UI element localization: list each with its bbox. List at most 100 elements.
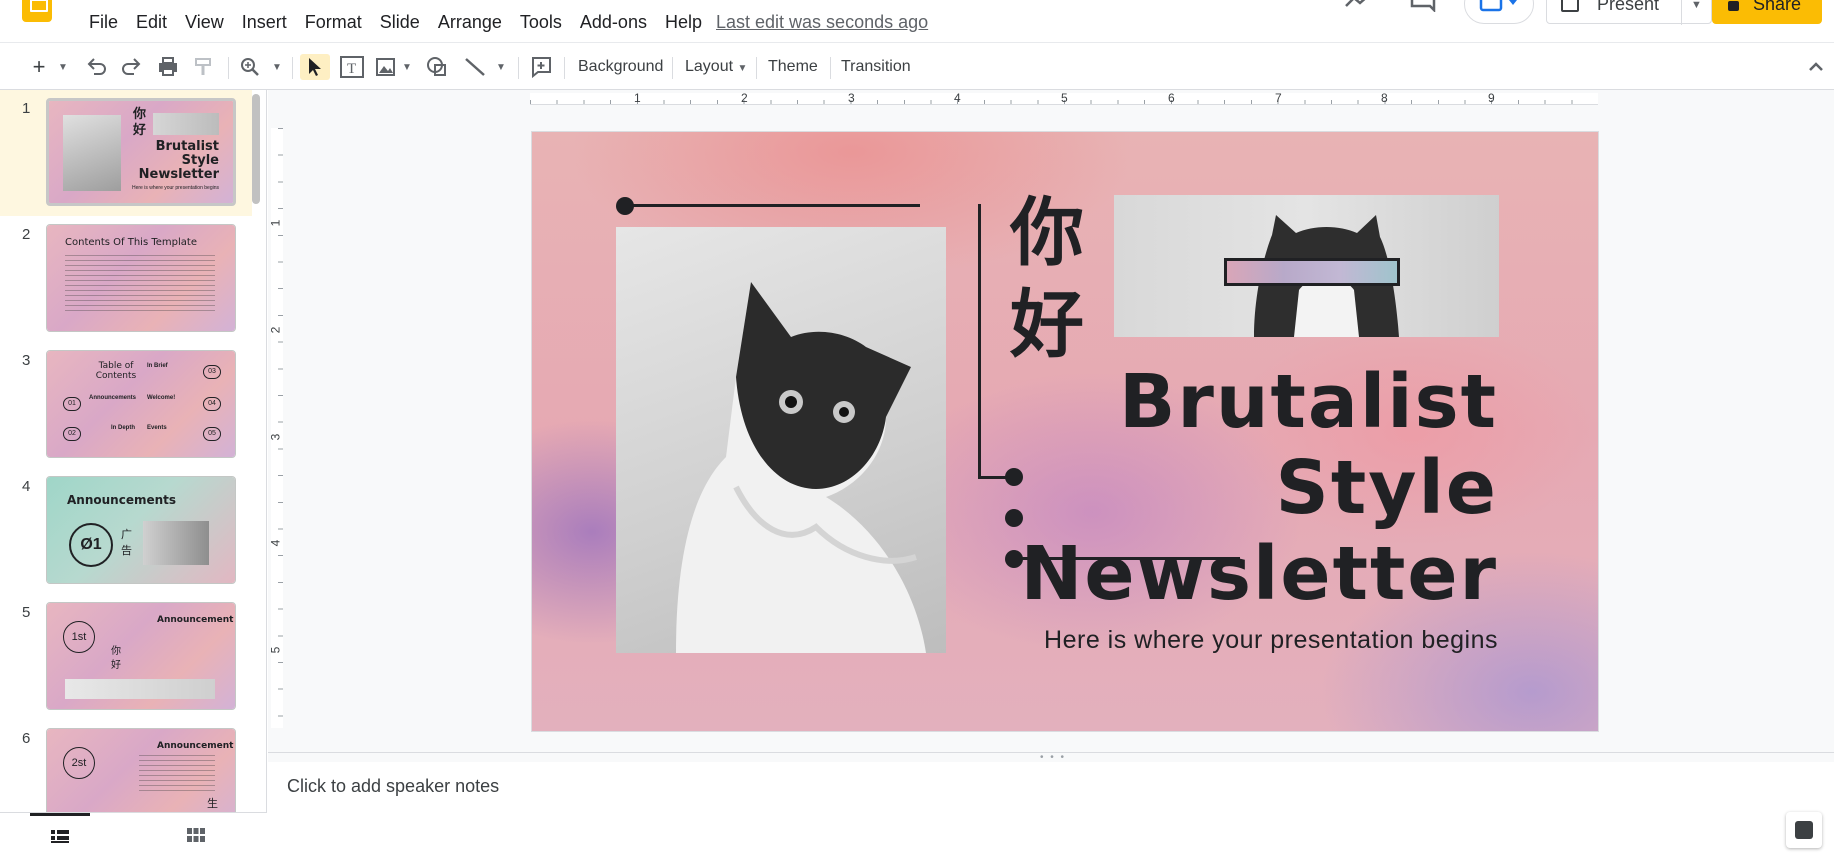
grid-view-button[interactable] xyxy=(166,813,226,857)
share-label: Share xyxy=(1753,0,1802,14)
text-box-icon[interactable]: T xyxy=(339,54,365,80)
menu-slide[interactable]: Slide xyxy=(371,10,429,34)
menu-bar: File Edit View Insert Format Slide Arran… xyxy=(0,0,1834,42)
thumbnail-chinese: 广告 xyxy=(121,529,132,557)
thumbnail-number-badge: 05 xyxy=(203,427,221,441)
slides-logo-icon[interactable] xyxy=(22,0,52,22)
slide-canvas[interactable]: 你好 Brutalist Style Newsletter Here is wh… xyxy=(531,131,1599,732)
new-meeting-button[interactable] xyxy=(1464,0,1534,24)
select-tool-button[interactable] xyxy=(300,54,330,80)
explore-icon[interactable] xyxy=(1786,812,1822,848)
title-line-3[interactable]: Newsletter xyxy=(1020,534,1498,614)
toolbar-divider xyxy=(292,57,293,79)
chinese-title[interactable]: 你好 xyxy=(1010,187,1090,371)
layout-button[interactable]: Layout ▼ xyxy=(685,56,747,80)
thumbnail-title-2: Style xyxy=(181,153,219,168)
theme-button[interactable]: Theme xyxy=(768,56,818,78)
slide-thumbnail[interactable]: 你好 Brutalist Style Newsletter Here is wh… xyxy=(46,98,236,206)
layout-label: Layout xyxy=(685,58,734,75)
thumbnail-number-badge: 1st xyxy=(63,621,95,653)
zoom-dropdown-chevron-icon[interactable]: ▼ xyxy=(270,54,284,80)
toolbar-divider xyxy=(756,57,757,79)
toolbar: + ▼ ▼ T ▼ ▼ Background Layout ▼ Theme Tr… xyxy=(0,42,1834,90)
paint-format-icon[interactable] xyxy=(192,54,216,80)
slide-thumbnail[interactable]: Contents Of This Template xyxy=(46,224,236,332)
cat-photo[interactable] xyxy=(616,227,946,653)
background-button[interactable]: Background xyxy=(578,56,663,78)
thumbnail-subtitle: Here is where your presentation begins xyxy=(132,185,219,191)
slide-thumbnail[interactable]: 2st Announcement 生 xyxy=(46,728,236,812)
filmstrip-slide-6[interactable]: 6 2st Announcement 生 xyxy=(0,720,252,812)
toolbar-divider xyxy=(564,57,565,79)
slide-subtitle[interactable]: Here is where your presentation begins xyxy=(1044,626,1498,655)
lock-icon xyxy=(1728,1,1739,11)
menu-help[interactable]: Help xyxy=(656,10,711,34)
connector-dot xyxy=(616,197,634,215)
menu-edit[interactable]: Edit xyxy=(127,10,176,34)
thumbnail-photo xyxy=(63,115,121,191)
collapse-toolbar-chevron-up-icon[interactable] xyxy=(1806,54,1826,80)
line-dropdown-chevron-icon[interactable]: ▼ xyxy=(494,54,508,80)
image-icon[interactable] xyxy=(375,54,397,80)
thumbnail-body-lines xyxy=(65,255,215,311)
ruler-number: 3 xyxy=(848,91,855,105)
share-button[interactable]: Share xyxy=(1712,0,1822,24)
ruler-number: 8 xyxy=(1381,91,1388,105)
activity-trend-icon[interactable] xyxy=(1344,0,1370,8)
menu-addons[interactable]: Add-ons xyxy=(571,10,656,34)
cat-photo-image xyxy=(676,282,926,653)
slide-thumbnail[interactable]: Table of Contents In Brief Announcements… xyxy=(46,350,236,458)
menu-format[interactable]: Format xyxy=(296,10,371,34)
list-view-button[interactable] xyxy=(30,813,90,857)
zoom-icon[interactable] xyxy=(238,54,262,80)
speaker-notes-placeholder[interactable]: Click to add speaker notes xyxy=(287,776,499,797)
filmstrip-slide-5[interactable]: 5 1st Announcement 你好 xyxy=(0,594,252,720)
shape-icon[interactable] xyxy=(424,54,450,80)
color-strip[interactable] xyxy=(1224,258,1400,286)
slides-editor: File Edit View Insert Format Slide Arran… xyxy=(0,0,1834,862)
filmstrip-slide-1[interactable]: 1 你好 Brutalist Style Newsletter Here is … xyxy=(0,90,252,216)
comments-icon[interactable] xyxy=(1410,0,1436,12)
thumbnail-chinese: 生 xyxy=(207,798,218,810)
present-button[interactable]: Present ▼ xyxy=(1546,0,1712,25)
thumbnail-title: Table of Contents xyxy=(95,361,137,381)
menu-arrange[interactable]: Arrange xyxy=(429,10,511,34)
image-dropdown-chevron-icon[interactable]: ▼ xyxy=(400,54,414,80)
ruler-number: 6 xyxy=(1168,91,1175,105)
thumbnail-title-3: Newsletter xyxy=(138,167,219,182)
horizontal-ruler[interactable]: 1 2 3 4 5 6 7 8 9 xyxy=(268,90,1834,106)
print-icon[interactable] xyxy=(156,54,180,80)
speaker-notes-panel[interactable]: Click to add speaker notes xyxy=(268,762,1834,862)
title-line-1[interactable]: Brutalist xyxy=(1119,362,1498,442)
transition-button[interactable]: Transition xyxy=(841,56,911,78)
filmstrip-slide-2[interactable]: 2 Contents Of This Template xyxy=(0,216,252,342)
filmstrip-scrollbar[interactable] xyxy=(252,94,260,204)
menu-tools[interactable]: Tools xyxy=(511,10,571,34)
vertical-ruler[interactable]: 1 2 3 4 5 xyxy=(268,106,284,752)
thumbnail-title: Contents Of This Template xyxy=(65,237,197,248)
new-slide-button[interactable]: + xyxy=(26,54,52,80)
present-dropdown-chevron-icon[interactable]: ▼ xyxy=(1681,0,1711,25)
notes-resize-handle[interactable]: • • • xyxy=(268,752,1834,763)
add-comment-icon[interactable] xyxy=(528,54,554,80)
slide-thumbnail[interactable]: 1st Announcement 你好 xyxy=(46,602,236,710)
filmstrip-slide-4[interactable]: 4 Announcements Ø1 广告 xyxy=(0,468,252,594)
redo-icon[interactable] xyxy=(120,54,144,80)
undo-icon[interactable] xyxy=(84,54,108,80)
thumbnail-body-lines xyxy=(139,755,215,791)
thumbnail-number-badge: 02 xyxy=(63,427,81,441)
toolbar-divider xyxy=(228,57,229,79)
menu-view[interactable]: View xyxy=(176,10,233,34)
new-slide-dropdown-chevron-icon[interactable]: ▼ xyxy=(56,54,70,80)
slide-filmstrip: 1 你好 Brutalist Style Newsletter Here is … xyxy=(0,90,267,862)
thumbnail-chinese: 你好 xyxy=(111,646,121,671)
thumbnail-label: Announcements xyxy=(89,395,137,401)
slide-thumbnail[interactable]: Announcements Ø1 广告 xyxy=(46,476,236,584)
menu-insert[interactable]: Insert xyxy=(233,10,296,34)
menu-file[interactable]: File xyxy=(80,10,127,34)
title-line-2[interactable]: Style xyxy=(1276,448,1498,528)
filmstrip-slide-3[interactable]: 3 Table of Contents In Brief Announcemen… xyxy=(0,342,252,468)
slide-number: 2 xyxy=(22,226,31,243)
line-icon[interactable] xyxy=(462,54,488,80)
last-edit-link[interactable]: Last edit was seconds ago xyxy=(716,10,928,34)
